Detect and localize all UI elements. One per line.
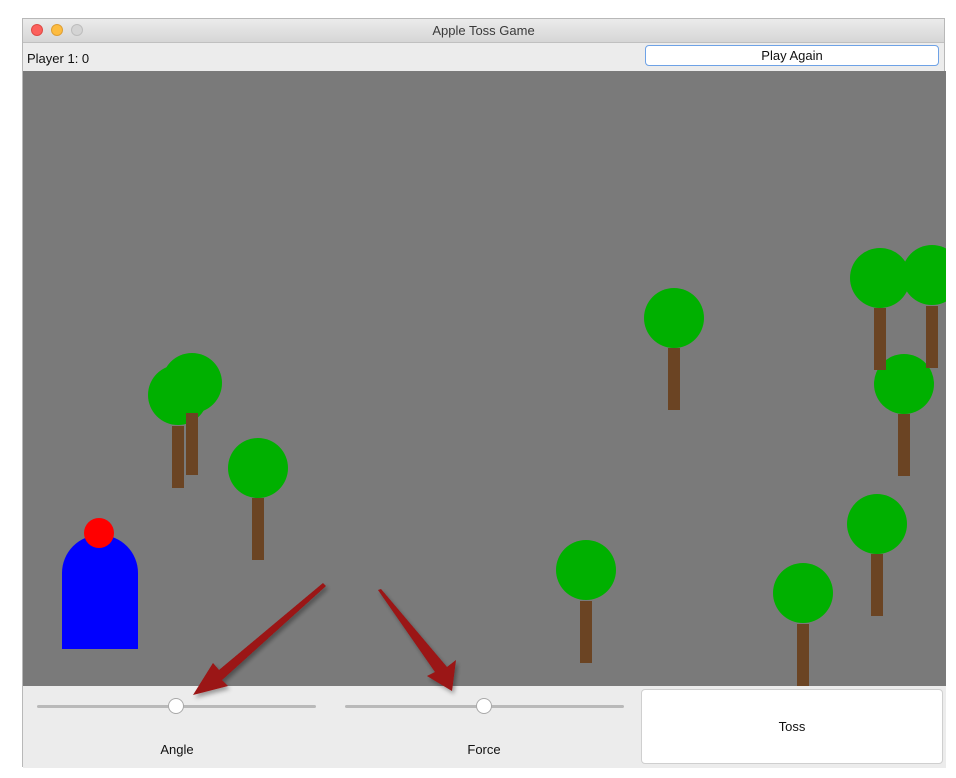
control-panel: Angle Force Toss xyxy=(23,686,946,768)
title-bar[interactable]: Apple Toss Game xyxy=(23,19,944,43)
score-bar: Player 1: 0 Play Again xyxy=(23,43,944,71)
tree xyxy=(847,494,907,616)
force-label: Force xyxy=(467,742,501,757)
tree xyxy=(874,354,934,476)
tree xyxy=(228,438,288,560)
window-title: Apple Toss Game xyxy=(432,23,535,38)
player-figure xyxy=(62,535,138,649)
force-slider-thumb[interactable] xyxy=(476,698,492,714)
tree xyxy=(850,248,910,370)
toss-button[interactable]: Toss xyxy=(641,689,943,764)
tree xyxy=(902,245,946,368)
angle-label: Angle xyxy=(160,742,194,757)
tree xyxy=(644,288,704,410)
tree xyxy=(773,563,833,686)
player-score: Player 1: 0 xyxy=(27,51,90,66)
apple xyxy=(84,518,114,548)
angle-slider-thumb[interactable] xyxy=(168,698,184,714)
game-field[interactable] xyxy=(23,71,946,686)
game-window: Apple Toss Game Player 1: 0 Play Again A… xyxy=(22,18,946,768)
play-again-button[interactable]: Play Again xyxy=(645,45,939,66)
tree xyxy=(556,540,616,663)
